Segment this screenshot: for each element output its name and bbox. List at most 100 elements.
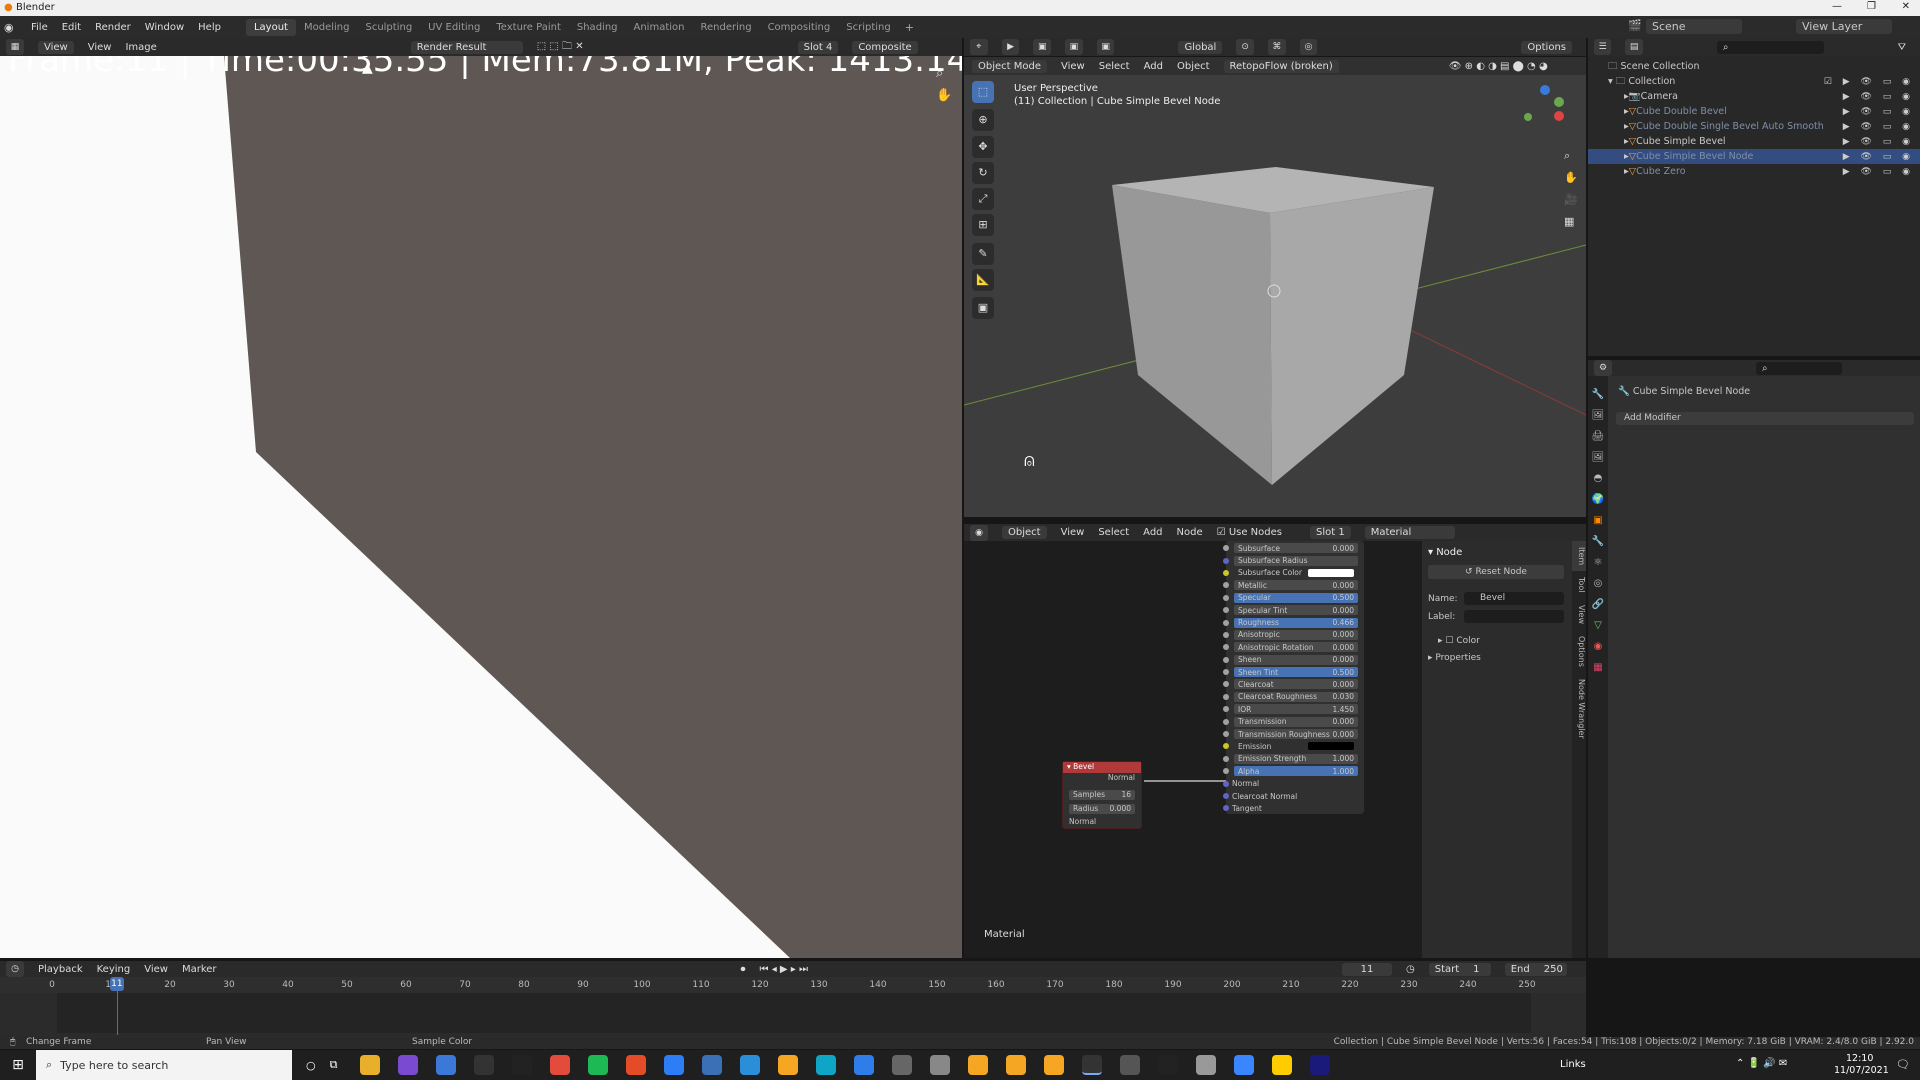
bsdf-socket-row[interactable]: Transmission 0.000 [1223,715,1364,727]
menu-file[interactable]: File [24,22,55,33]
socket-icon[interactable] [1223,631,1229,638]
cursor-tool-icon[interactable]: ⊕ [972,109,994,131]
node-editor-canvas[interactable]: ▾ Bevel Normal Samples 16 Radius 0.000 Nor… [964,541,1422,958]
minimize-icon[interactable]: — [1832,1,1842,12]
timeline-menu-playback[interactable]: Playback [38,964,83,975]
timeline-menu-keying[interactable]: Keying [97,964,131,975]
socket-icon[interactable] [1223,793,1229,799]
snap-icon[interactable]: ⌘ [1268,39,1286,55]
taskbar-app-icon[interactable] [474,1055,495,1075]
socket-icon[interactable] [1223,582,1229,589]
bsdf-field[interactable]: Subsurface 0.000 [1234,543,1358,554]
principled-bsdf-node[interactable]: Subsurface 0.000 Subsurface Radius Subsurfa… [1223,541,1364,814]
taskbar-app-icon[interactable] [778,1055,799,1075]
taskbar-app-icon[interactable] [1082,1055,1103,1075]
bsdf-socket-row[interactable]: Clearcoat Normal [1223,790,1364,802]
taskbar-app-icon[interactable] [1120,1055,1141,1075]
bsdf-socket-row[interactable]: Alpha 1.000 [1223,765,1364,777]
sidebar-tab-view[interactable]: View [1572,599,1586,630]
taskbar-app-icon[interactable] [1196,1055,1217,1075]
options-dropdown[interactable]: Options [1521,40,1572,54]
color-swatch[interactable] [1308,568,1354,577]
blender-menu-icon[interactable]: ◉ [4,21,24,34]
select-mode-icon-2[interactable]: ▣ [1065,39,1083,55]
workspace-tab-layout[interactable]: Layout [245,18,296,36]
node-slot-selector[interactable]: Slot 1 [1309,526,1351,539]
bsdf-socket-row[interactable]: Sheen Tint 0.500 [1223,666,1364,678]
select-mode-icon-3[interactable]: ▣ [1096,39,1115,55]
menu-help[interactable]: Help [191,22,228,33]
bsdf-field[interactable]: Transmission Roughness 0.000 [1234,729,1358,740]
outliner-item[interactable]: ▸ ▽ Cube Double Bevel ▶ 👁 ▭ ◉ [1588,104,1920,119]
item-visibility-icons[interactable]: ▶ 👁 ▭ ◉ [1843,107,1914,117]
editor-type-icon[interactable]: ◉ [970,524,988,541]
item-visibility-icons[interactable]: ▶ 👁 ▭ ◉ [1843,167,1914,177]
socket-icon[interactable] [1223,607,1229,614]
taskbar-app-icon[interactable] [588,1055,609,1075]
workspace-tab-shading[interactable]: Shading [569,19,626,36]
bevel-samples-field[interactable]: Samples 16 [1069,790,1135,800]
3d-viewport[interactable]: User Perspective (11) Collection | Cube … [964,75,1586,517]
zoom-icon[interactable]: ⌕ [936,66,943,81]
editor-type-icon[interactable]: ⚙ [1594,360,1612,376]
select-tool-icon[interactable]: ⬚ [972,81,994,103]
add-cube-tool-icon[interactable]: ▣ [972,297,994,319]
taskbar-app-icon[interactable] [930,1055,951,1075]
outliner-item[interactable]: ▸ ▽ Cube Double Single Bevel Auto Smooth… [1588,119,1920,134]
use-nodes-checkbox[interactable]: ☑ Use Nodes [1217,527,1296,538]
item-visibility-icons[interactable]: ▶ 👁 ▭ ◉ [1843,152,1914,162]
socket-icon[interactable] [1223,731,1229,738]
bevel-input-normal[interactable]: Normal [1069,817,1096,826]
bsdf-field[interactable]: Emission Strength 1.000 [1234,753,1358,764]
socket-icon[interactable] [1223,656,1229,663]
socket-icon[interactable] [1223,768,1229,775]
color-swatch[interactable] [1308,742,1354,751]
pivot-icon[interactable]: ⊙ [1236,39,1255,55]
menu-window[interactable]: Window [138,22,191,33]
transform-orientation[interactable]: Global [1178,40,1223,54]
node-menu-select[interactable]: Select [1098,527,1129,538]
bsdf-socket-row[interactable]: Emission Strength 1.000 [1223,753,1364,765]
rotate-tool-icon[interactable]: ↻ [972,162,994,184]
workspace-tab-texture-paint[interactable]: Texture Paint [488,19,569,36]
viewport-menu-view[interactable]: View [1061,61,1085,72]
socket-icon[interactable] [1223,681,1229,688]
bevel-node[interactable]: ▾ Bevel Normal Samples 16 Radius 0.000 Nor… [1062,761,1142,829]
camera-view-icon[interactable]: 🎥 [1564,193,1578,206]
bsdf-field[interactable]: Anisotropic Rotation 0.000 [1234,642,1358,653]
tray-icons[interactable]: ⌃ 🔋 🔊 ✉ [1736,1058,1787,1069]
render-result-image[interactable]: Frame:11 | Time:00:35.55 | Mem:73.81M, P… [0,56,962,958]
sidebar-tab-node-wrangler[interactable]: Node Wrangler [1572,673,1586,745]
bsdf-field[interactable]: Subsurface Color [1234,568,1358,578]
timeline-ruler[interactable]: 0102030405060708090100110120130140150160… [0,977,1586,993]
outliner-scene-collection[interactable]: 🗀 Scene Collection [1588,59,1920,74]
annotate-tool-icon[interactable]: ✎ [972,243,994,265]
bsdf-socket-row[interactable]: Metallic 0.000 [1223,579,1364,591]
node-menu-add[interactable]: Add [1143,527,1162,538]
links-toolbar[interactable]: Links [1560,1059,1586,1070]
end-frame-field[interactable]: End 250 [1504,962,1567,976]
bsdf-socket-row[interactable]: Subsurface 0.000 [1223,542,1364,554]
taskbar-search-input[interactable]: ⌕ Type here to search [36,1050,292,1080]
socket-icon[interactable] [1223,693,1229,700]
preview-range-icon[interactable]: ◷ [1406,964,1415,975]
taskbar-app-icon[interactable] [892,1055,913,1075]
transform-tool-icon[interactable]: ⊞ [972,214,994,236]
proportional-icon[interactable]: ◎ [1299,39,1318,55]
bsdf-field[interactable]: Specular Tint 0.000 [1234,605,1358,616]
bsdf-field[interactable]: Subsurface Radius [1234,555,1358,566]
viewport-zoom-icon[interactable]: ⌕ [1564,149,1570,163]
bsdf-socket-row[interactable]: Clearcoat Roughness 0.030 [1223,691,1364,703]
workspace-tab-modeling[interactable]: Modeling [296,19,358,36]
bsdf-field[interactable]: Clearcoat Roughness 0.030 [1234,691,1358,702]
bsdf-socket-row[interactable]: Sheen 0.000 [1223,654,1364,666]
viewport-visibility-icons[interactable]: 👁 ⊕ ◐ ◑ ▤ ⬤ ◔ ◕ [1449,61,1548,72]
taskbar-app-icon[interactable] [436,1055,457,1075]
item-visibility-icons[interactable]: ▶ 👁 ▭ ◉ [1843,137,1914,147]
add-modifier-button[interactable]: Add Modifier [1616,412,1914,425]
reset-node-button[interactable]: ↺ Reset Node [1428,565,1564,579]
select-box-icon[interactable]: ▶ [1001,39,1020,55]
taskbar-app-icon[interactable] [550,1055,571,1075]
node-menu-view[interactable]: View [1061,527,1085,538]
bsdf-field[interactable]: Transmission 0.000 [1234,716,1358,727]
